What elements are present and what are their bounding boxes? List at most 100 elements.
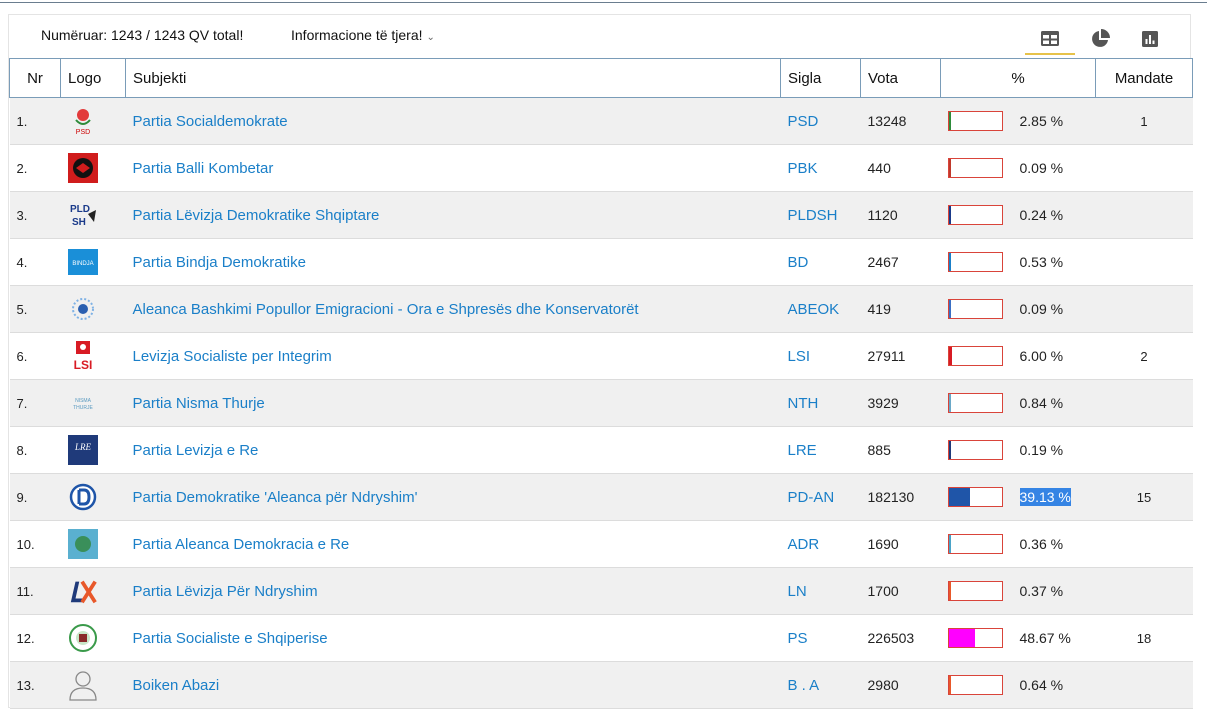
subject-cell: Aleanca Bashkimi Popullor Emigracioni - … — [125, 285, 781, 333]
pie-view-button[interactable] — [1075, 23, 1125, 55]
seats-value — [1095, 379, 1193, 427]
percent-value: 0.53 % — [1019, 254, 1064, 270]
subject-link[interactable]: Partia Lëvizja Demokratike Shqiptare — [133, 207, 380, 224]
row-number: 13. — [9, 661, 61, 709]
ln-logo-icon — [68, 576, 98, 606]
percent-bar — [947, 675, 1003, 695]
subject-link[interactable]: Partia Socialdemokrate — [133, 113, 288, 130]
sigla-link[interactable]: PD-AN — [788, 489, 835, 506]
percent-cell: 48.67 % — [940, 614, 1096, 662]
votes-value: 182130 — [860, 473, 941, 521]
percent-cell: 2.85 % — [940, 97, 1096, 145]
subject-link[interactable]: Partia Demokratike 'Aleanca për Ndryshim… — [133, 489, 418, 506]
lsi-logo-icon: LSI — [68, 341, 98, 371]
sigla-link[interactable]: LRE — [788, 442, 817, 459]
percent-value: 0.19 % — [1019, 442, 1064, 458]
percent-cell: 0.64 % — [940, 661, 1096, 709]
table-view-button[interactable] — [1025, 23, 1075, 55]
col-header-sigla: Sigla — [780, 58, 861, 98]
bar-view-button[interactable] — [1125, 23, 1175, 55]
percent-cell: 0.09 % — [940, 285, 1096, 333]
percent-bar-fill — [948, 676, 951, 694]
subject-cell: Boiken Abazi — [125, 661, 781, 709]
sigla-cell: BD — [780, 238, 861, 286]
percent-value: 0.37 % — [1019, 583, 1064, 599]
table-row: 7. NISMA THURJE Partia Nisma Thurje NTH 3929 0… — [9, 379, 1193, 427]
party-logo-cell: PSD — [60, 97, 126, 145]
subject-link[interactable]: Partia Lëvizja Për Ndryshim — [133, 583, 318, 600]
percent-value: 0.24 % — [1019, 207, 1064, 223]
col-header-seats: Mandate — [1095, 58, 1193, 98]
row-number: 8. — [9, 426, 61, 474]
percent-value: 0.09 % — [1019, 301, 1064, 317]
subject-link[interactable]: Boiken Abazi — [133, 677, 220, 694]
sigla-cell: ADR — [780, 520, 861, 568]
subject-cell: Partia Demokratike 'Aleanca për Ndryshim… — [125, 473, 781, 521]
results-table: Nr Logo Subjekti Sigla Vota % Mandate 1.… — [9, 58, 1193, 709]
eagle-emblem-logo-icon — [67, 153, 98, 183]
percent-bar — [947, 346, 1003, 366]
table-row: 2. Partia Balli Kombetar PBK 440 0.09 % — [9, 144, 1193, 192]
table-header-row: Nr Logo Subjekti Sigla Vota % Mandate — [9, 58, 1193, 98]
sigla-cell: ABEOK — [780, 285, 861, 333]
percent-bar-fill — [948, 394, 951, 412]
more-info-label: Informacione të tjera! — [291, 27, 423, 43]
sigla-link[interactable]: PLDSH — [788, 207, 838, 224]
votes-value: 2980 — [860, 661, 941, 709]
subject-cell: Levizja Socialiste per Integrim — [125, 332, 781, 380]
party-logo-cell: PLD SH — [60, 191, 126, 239]
subject-link[interactable]: Levizja Socialiste per Integrim — [133, 348, 332, 365]
seats-value — [1095, 520, 1193, 568]
subject-link[interactable]: Partia Levizja e Re — [133, 442, 259, 459]
subject-link[interactable]: Partia Aleanca Demokracia e Re — [133, 536, 350, 553]
party-logo-cell — [60, 614, 126, 662]
seats-value — [1095, 285, 1193, 333]
sigla-link[interactable]: PS — [788, 630, 808, 647]
percent-value: 0.36 % — [1019, 536, 1064, 552]
sigla-link[interactable]: LSI — [788, 348, 811, 365]
sigla-link[interactable]: LN — [788, 583, 807, 600]
percent-bar — [947, 393, 1003, 413]
sigla-cell: PSD — [780, 97, 861, 145]
pd-logo-icon — [68, 482, 98, 512]
results-panel: Numëruar: 1243 / 1243 QV total! Informac… — [8, 14, 1193, 709]
row-number: 1. — [9, 97, 61, 145]
table-row: 3. PLD SH Partia Lëvizja Demokratike Shqipt… — [9, 191, 1193, 239]
sigla-cell: PLDSH — [780, 191, 861, 239]
percent-cell: 0.19 % — [940, 426, 1096, 474]
percent-value: 6.00 % — [1019, 348, 1064, 364]
svg-text:PSD: PSD — [75, 129, 89, 136]
svg-text:NISMA: NISMA — [75, 398, 92, 404]
votes-value: 226503 — [860, 614, 941, 662]
table-row: 13. Boiken Abazi B . A 2980 0.64 % — [9, 661, 1193, 709]
percent-cell: 0.37 % — [940, 567, 1096, 615]
row-number: 11. — [9, 567, 61, 615]
percent-bar-fill — [948, 206, 951, 224]
more-info-dropdown[interactable]: Informacione të tjera! ⌄ — [291, 27, 435, 43]
table-row: 12. Partia Socialiste e Shqiperise PS 22650… — [9, 614, 1193, 662]
sigla-link[interactable]: ADR — [788, 536, 820, 553]
sigla-link[interactable]: ABEOK — [788, 301, 840, 318]
sigla-link[interactable]: NTH — [788, 395, 819, 412]
col-header-subject: Subjekti — [125, 58, 781, 98]
row-number: 9. — [9, 473, 61, 521]
psd-rose-logo-icon: PSD — [68, 106, 98, 136]
subject-link[interactable]: Partia Socialiste e Shqiperise — [133, 630, 328, 647]
subject-link[interactable]: Partia Nisma Thurje — [133, 395, 265, 412]
sigla-link[interactable]: B . A — [788, 677, 820, 694]
sigla-link[interactable]: BD — [788, 254, 809, 271]
pldsh-logo-icon: PLD SH — [68, 200, 98, 230]
subject-link[interactable]: Partia Bindja Demokratike — [133, 254, 306, 271]
subject-link[interactable]: Aleanca Bashkimi Popullor Emigracioni - … — [133, 301, 639, 318]
party-logo-cell — [60, 661, 126, 709]
party-logo-cell: NISMA THURJE — [60, 379, 126, 427]
percent-cell: 6.00 % — [940, 332, 1096, 380]
sigla-link[interactable]: PSD — [788, 113, 819, 130]
percent-value: 0.84 % — [1019, 395, 1064, 411]
subject-link[interactable]: Partia Balli Kombetar — [133, 160, 274, 177]
top-divider — [0, 2, 1207, 3]
row-number: 12. — [9, 614, 61, 662]
sigla-link[interactable]: PBK — [788, 160, 818, 177]
svg-text:PLD: PLD — [70, 204, 90, 215]
percent-cell: 39.13 % — [940, 473, 1096, 521]
